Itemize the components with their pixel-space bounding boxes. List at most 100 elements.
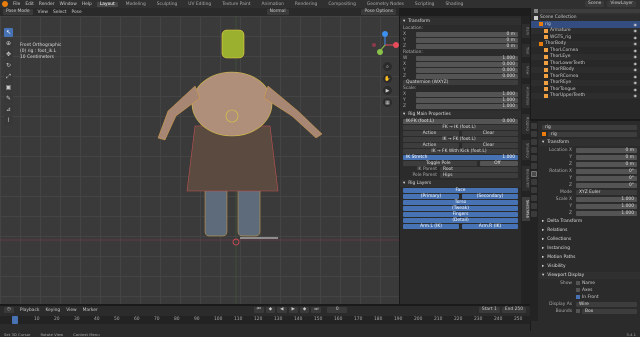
menu-view[interactable]: View [38, 10, 48, 15]
cursor-tool-icon[interactable]: ⊕ [4, 39, 13, 48]
workspace-tab-modeling[interactable]: Modeling [123, 2, 149, 7]
current-frame-field[interactable]: 0 [327, 307, 348, 313]
show-axes-checkbox[interactable] [576, 288, 580, 292]
scene-selector[interactable]: Scene [584, 1, 605, 7]
props-section-delta-transform[interactable]: ▸ Delta Transform [539, 218, 640, 225]
layer-face-button[interactable]: Face [403, 188, 518, 193]
workspace-tab-uv-editing[interactable]: UV Editing [185, 2, 214, 7]
workspace-tab-compositing[interactable]: Compositing [325, 2, 359, 7]
layer-fingers-detail-button[interactable]: (Detail) [403, 218, 518, 223]
properties-search-input[interactable]: rig [542, 124, 637, 130]
visibility-eye-icon[interactable]: ◉ [634, 87, 638, 92]
workspace-tab-scripting[interactable]: Scripting [412, 2, 438, 7]
visibility-eye-icon[interactable]: ◉ [634, 48, 638, 53]
play-reverse-icon[interactable]: ◀ [277, 307, 287, 313]
visibility-eye-icon[interactable]: ◉ [634, 22, 638, 27]
ik-to-fk-action-button[interactable]: Action [403, 143, 459, 148]
3d-viewport[interactable]: Front Orthographic (0) rig : foot_ik.L 1… [0, 16, 399, 304]
props-section-visibility[interactable]: ▸ Visibility [539, 263, 640, 270]
scale-y-field[interactable]: 1.000 [416, 98, 518, 103]
rotation-mode-dropdown[interactable]: Quaternion (WXYZ) [403, 80, 518, 85]
object-scale-x-field[interactable]: 1.000 [576, 196, 637, 202]
tab-item[interactable]: Item [521, 24, 530, 39]
tool-properties-icon[interactable] [531, 123, 537, 129]
rotation-mode-dropdown-props[interactable]: XYZ Euler [576, 189, 637, 195]
scale-x-field[interactable]: 1.000 [416, 92, 518, 97]
modifier-properties-icon[interactable] [531, 179, 537, 185]
start-frame-field[interactable]: Start 1 [478, 307, 500, 313]
jump-start-icon[interactable]: ⏮ [253, 307, 264, 313]
frame-ruler[interactable]: 0102030405060708090100110120130140150160… [0, 316, 530, 324]
workspace-tab-geometry-nodes[interactable]: Geometry Nodes [364, 2, 407, 7]
menu-pose[interactable]: Pose [72, 10, 82, 15]
select-tool-icon[interactable]: ↖ [4, 28, 13, 37]
props-section-relations[interactable]: ▸ Relations [539, 227, 640, 234]
visibility-eye-icon[interactable]: ◉ [634, 54, 638, 59]
bounds-checkbox[interactable] [576, 309, 580, 313]
visibility-eye-icon[interactable]: ◉ [634, 28, 638, 33]
ik-to-fk-clear-button[interactable]: Clear [462, 143, 518, 148]
layer-face-secondary-button[interactable]: (Secondary) [462, 194, 518, 199]
menu-view-timeline[interactable]: View [66, 308, 76, 313]
tab-animation[interactable]: Animation [521, 83, 530, 109]
object-rotation-x-field[interactable]: 0° [576, 168, 637, 174]
object-properties-icon[interactable] [531, 171, 537, 177]
physics-properties-icon[interactable] [531, 187, 537, 193]
props-transform-header[interactable]: ▾ Transform [539, 139, 640, 146]
playhead[interactable] [12, 316, 18, 324]
rotate-tool-icon[interactable]: ↻ [4, 61, 13, 70]
menu-edit[interactable]: Edit [25, 2, 34, 7]
object-scale-y-field[interactable]: 1.000 [576, 203, 637, 209]
rotation-y-field[interactable]: 0.000 [416, 68, 518, 73]
object-location-x-field[interactable]: 0 m [576, 147, 637, 153]
props-section-motion-paths[interactable]: ▸ Motion Paths [539, 254, 640, 261]
move-tool-icon[interactable]: ✥ [4, 50, 13, 59]
rotation-z-field[interactable]: 0.000 [416, 74, 518, 79]
location-z-field[interactable]: 0 m [416, 44, 518, 49]
menu-marker[interactable]: Marker [83, 308, 98, 313]
pan-hand-icon[interactable]: ✋ [383, 74, 392, 83]
visibility-eye-icon[interactable]: ◉ [634, 93, 638, 98]
bounds-dropdown[interactable]: Box [582, 308, 637, 314]
perspective-toggle-icon[interactable]: ▦ [383, 98, 392, 107]
visibility-eye-icon[interactable]: ◉ [634, 80, 638, 85]
tab-shading[interactable]: Shading [521, 139, 530, 161]
tab-view[interactable]: View [521, 63, 530, 78]
rig-main-properties-header[interactable]: ▾ Rig Main Properties [400, 111, 521, 118]
layer-face-primary-button[interactable]: (Primary) [403, 194, 459, 199]
object-name-field[interactable]: rig [548, 131, 637, 137]
outliner-item[interactable]: ThorUpperTeeth ◉ [531, 92, 640, 99]
armature-data-icon[interactable] [531, 203, 537, 209]
menu-window[interactable]: Window [60, 2, 77, 7]
layer-torso-button[interactable]: Torso [403, 200, 518, 205]
visibility-eye-icon[interactable]: ◉ [634, 41, 638, 46]
transform-tool-icon[interactable]: ▣ [4, 83, 13, 92]
render-properties-icon[interactable] [531, 131, 537, 137]
rotation-x-field[interactable]: 0.000 [416, 62, 518, 67]
world-properties-icon[interactable] [531, 163, 537, 169]
play-icon[interactable]: ▶ [288, 307, 298, 313]
ikfk-slider[interactable]: IK-FK (foot.L) 0.000 [403, 119, 518, 124]
view-layer-selector[interactable]: ViewLayer [607, 1, 636, 7]
workspace-tab-layout[interactable]: Layout [96, 1, 118, 7]
pole-parent-dropdown[interactable]: Hips [440, 173, 518, 178]
workspace-tab-sculpting[interactable]: Sculpting [154, 2, 181, 7]
visibility-eye-icon[interactable]: ◉ [634, 61, 638, 66]
camera-view-icon[interactable]: ▶ [383, 86, 392, 95]
visibility-eye-icon[interactable]: ◉ [634, 35, 638, 40]
workspace-tab-animation[interactable]: Animation [259, 2, 287, 7]
mode-selector[interactable]: Pose Mode [3, 9, 33, 15]
view-layer-properties-icon[interactable] [531, 147, 537, 153]
layer-torso-tweak-button[interactable]: (Tweak) [403, 206, 518, 211]
navigation-gizmo[interactable] [370, 30, 400, 60]
prev-key-icon[interactable]: ◆ [265, 307, 276, 313]
fk-to-ik-button[interactable]: FK → IK (foot.L) [403, 125, 518, 130]
workspace-tab-rendering[interactable]: Rendering [292, 2, 320, 7]
viewport-display-header[interactable]: ▾ Viewport Display [539, 272, 640, 279]
menu-help[interactable]: Help [82, 2, 92, 7]
editor-type-icon[interactable]: ◷ [4, 307, 14, 313]
bone-properties-icon[interactable] [531, 211, 537, 217]
end-frame-field[interactable]: End 250 [501, 307, 526, 313]
ik-parent-dropdown[interactable]: Root [440, 167, 518, 172]
outliner-search-input[interactable] [540, 9, 640, 14]
